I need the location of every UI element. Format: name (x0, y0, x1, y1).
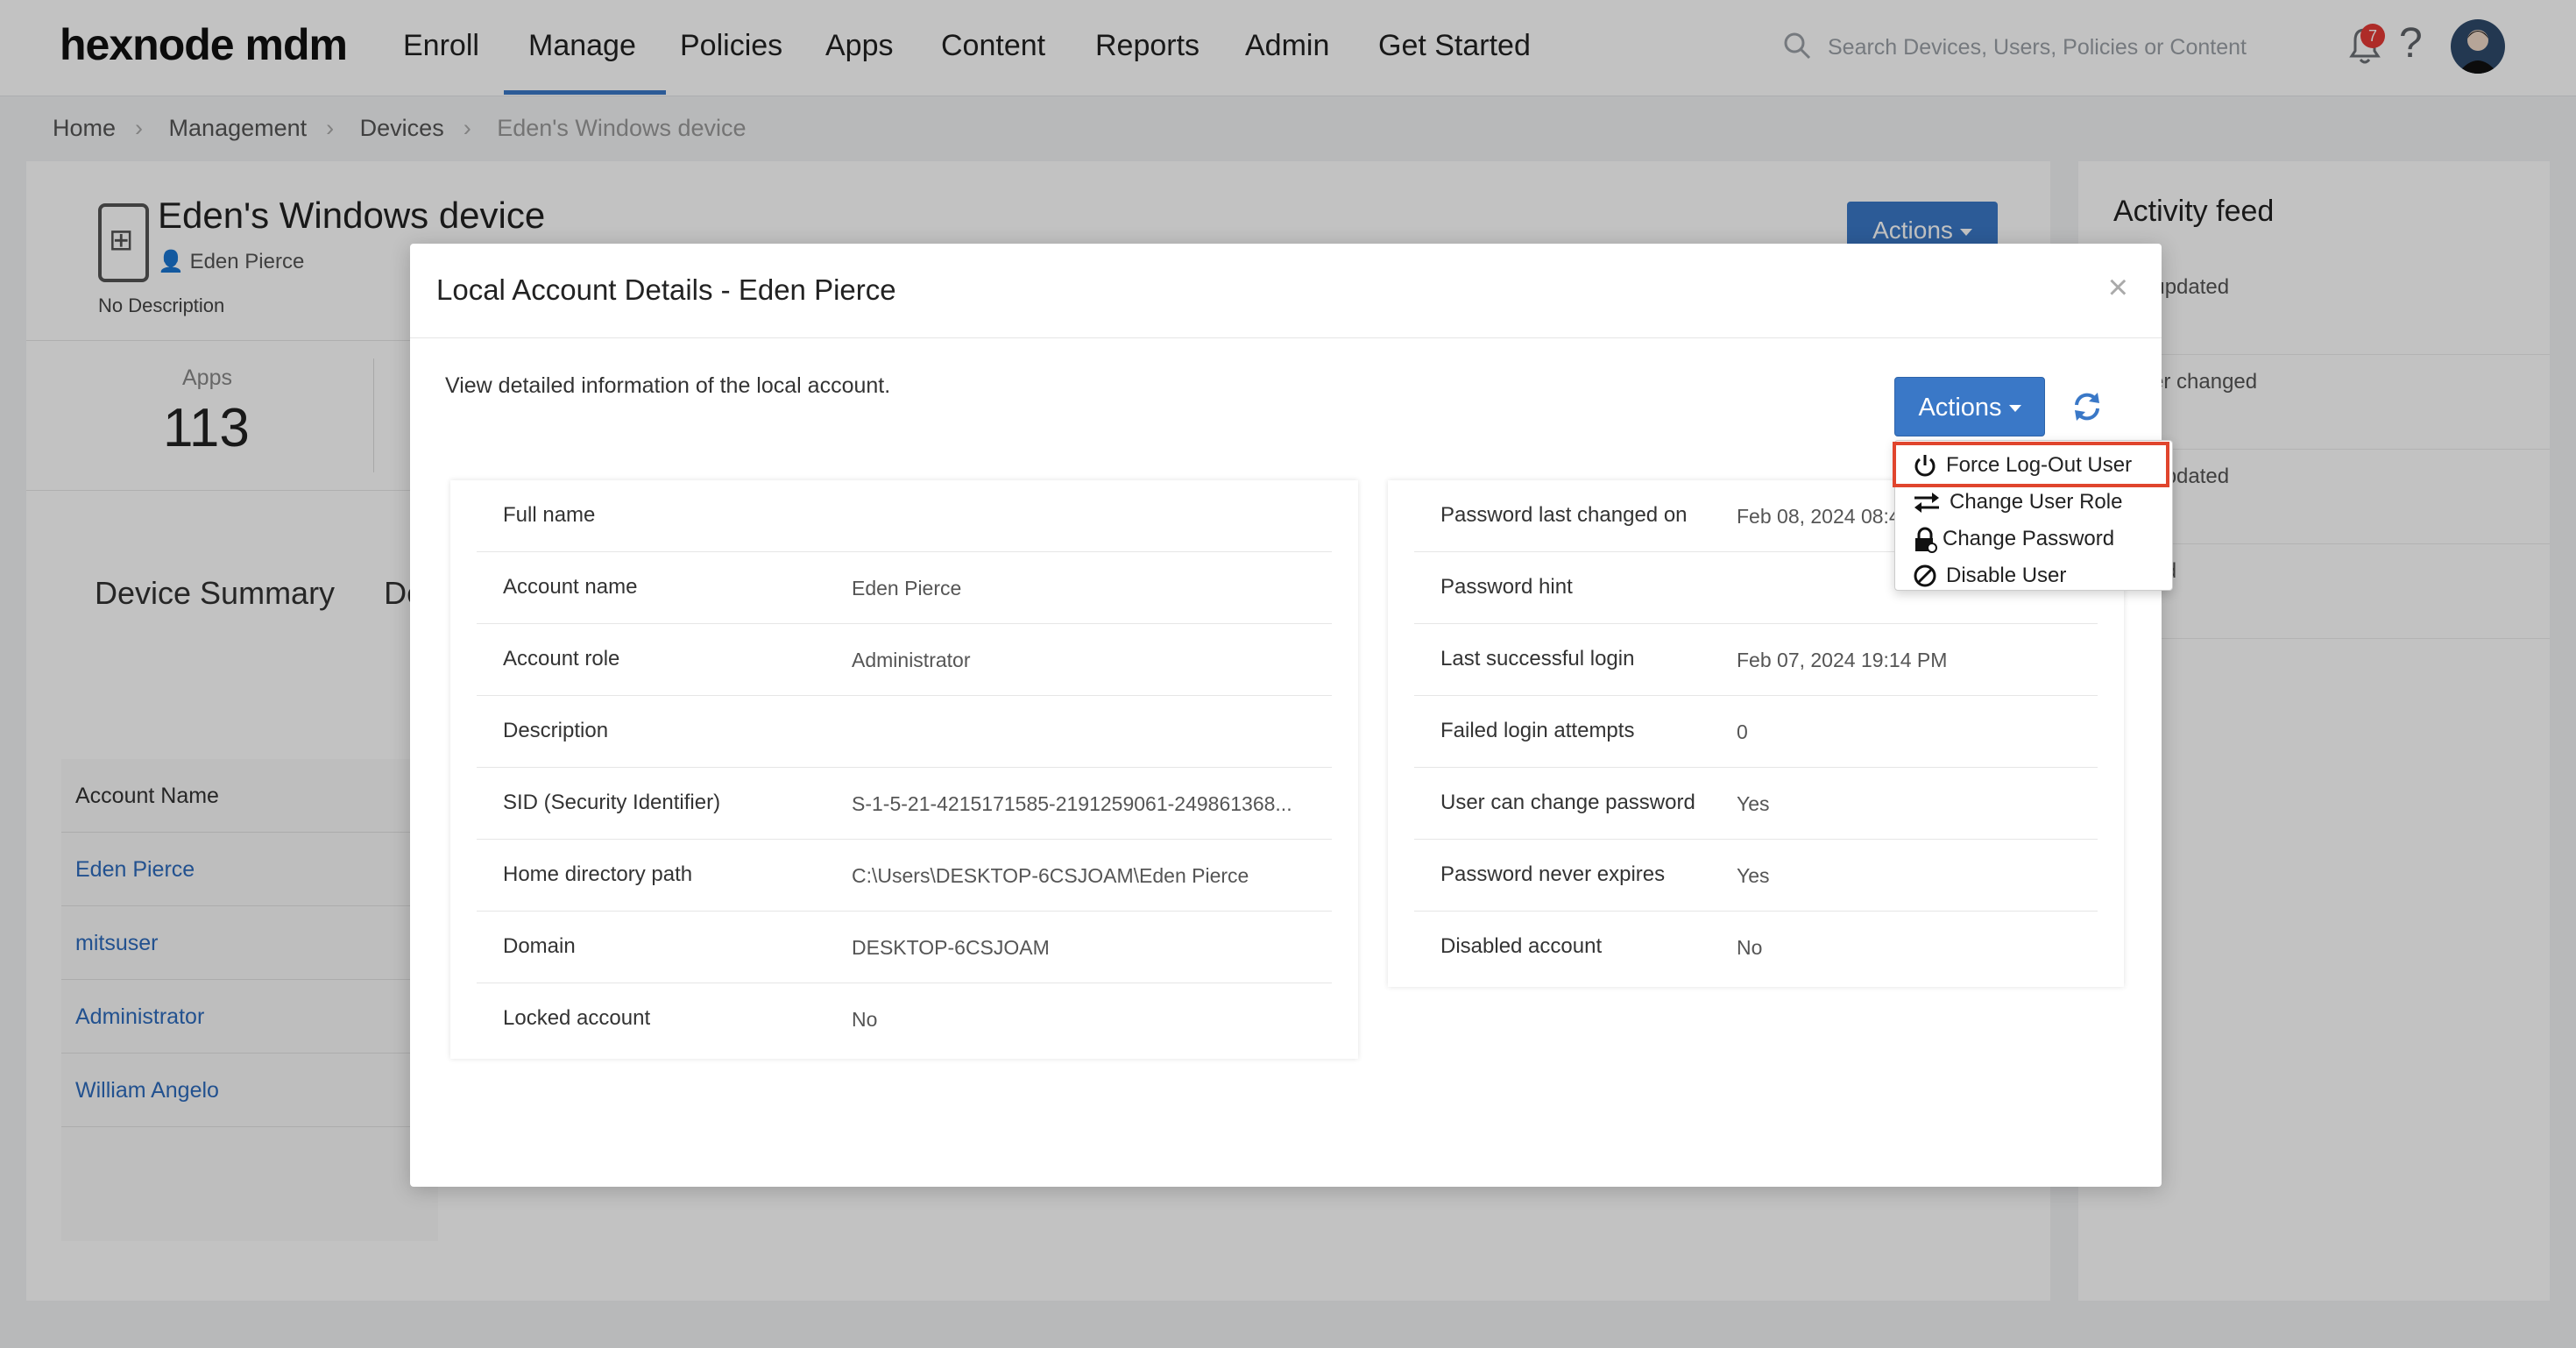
lock-icon (1915, 527, 1937, 553)
detail-label: Full name (503, 503, 596, 527)
detail-value: No (852, 1008, 878, 1031)
block-icon (1914, 564, 1936, 587)
detail-row-last-login: Last successful login Feb 07, 2024 19:14… (1414, 624, 2098, 696)
detail-label: Failed login attempts (1440, 719, 1635, 742)
detail-label: SID (Security Identifier) (503, 791, 721, 814)
local-account-modal: Local Account Details - Eden Pierce × Vi… (410, 244, 2173, 1187)
detail-value: Feb 07, 2024 19:14 PM (1737, 649, 1948, 671)
detail-row-locked-account: Locked account No (477, 983, 1332, 1055)
detail-row-full-name: Full name (477, 480, 1332, 552)
detail-row-user-can-change-password: User can change password Yes (1414, 768, 2098, 840)
detail-value: Administrator (852, 649, 971, 671)
detail-label: Home directory path (503, 862, 693, 886)
detail-label: Password hint (1440, 575, 1573, 599)
detail-value: Yes (1737, 864, 1770, 887)
refresh-icon[interactable] (2070, 389, 2105, 424)
detail-row-failed-logins: Failed login attempts 0 (1414, 696, 2098, 768)
modal-subtitle: View detailed information of the local a… (445, 373, 891, 398)
modal-title: Local Account Details - Eden Pierce (436, 273, 896, 306)
detail-label: Password last changed on (1440, 503, 1688, 527)
detail-value: Feb 08, 2024 08:4 (1737, 505, 1900, 528)
detail-value: S-1-5-21-4215171585-2191259061-249861368… (852, 792, 1292, 815)
detail-label: Description (503, 719, 609, 742)
detail-value: Eden Pierce (852, 577, 962, 600)
menu-item-label: Change User Role (1950, 490, 2123, 514)
detail-label: Account role (503, 647, 620, 670)
account-actions-button[interactable]: Actions (1894, 377, 2045, 436)
detail-value: No (1737, 936, 1763, 959)
detail-row-account-role: Account role Administrator (477, 624, 1332, 696)
detail-value: 0 (1737, 720, 1748, 743)
detail-row-account-name: Account name Eden Pierce (477, 552, 1332, 624)
detail-row-home-directory: Home directory path C:\Users\DESKTOP-6CS… (477, 840, 1332, 912)
menu-item-label: Disable User (1946, 564, 2067, 587)
detail-label: Account name (503, 575, 638, 599)
detail-value: DESKTOP-6CSJOAM (852, 936, 1050, 959)
account-details-left: Full name Account name Eden Pierce Accou… (450, 480, 1358, 1059)
swap-icon (1914, 493, 1939, 513)
detail-label: Locked account (503, 1006, 651, 1030)
highlight-box (1893, 442, 2169, 487)
close-icon[interactable]: × (2108, 268, 2128, 308)
detail-row-sid: SID (Security Identifier) S-1-5-21-42151… (477, 768, 1332, 840)
modal-header: Local Account Details - Eden Pierce × (410, 244, 2162, 338)
detail-label: Password never expires (1440, 862, 1666, 886)
detail-row-description: Description (477, 696, 1332, 768)
detail-label: User can change password (1440, 791, 1695, 814)
detail-row-password-never-expires: Password never expires Yes (1414, 840, 2098, 912)
menu-item-label: Change Password (1943, 527, 2115, 550)
caret-down-icon (2008, 405, 2021, 413)
detail-value: Yes (1737, 792, 1770, 815)
account-actions-label: Actions (1918, 394, 2002, 422)
detail-value: C:\Users\DESKTOP-6CSJOAM\Eden Pierce (852, 864, 1249, 887)
detail-label: Last successful login (1440, 647, 1635, 670)
detail-row-domain: Domain DESKTOP-6CSJOAM (477, 912, 1332, 983)
detail-label: Domain (503, 934, 576, 958)
detail-row-disabled-account: Disabled account No (1414, 912, 2098, 983)
detail-label: Disabled account (1440, 934, 1603, 958)
